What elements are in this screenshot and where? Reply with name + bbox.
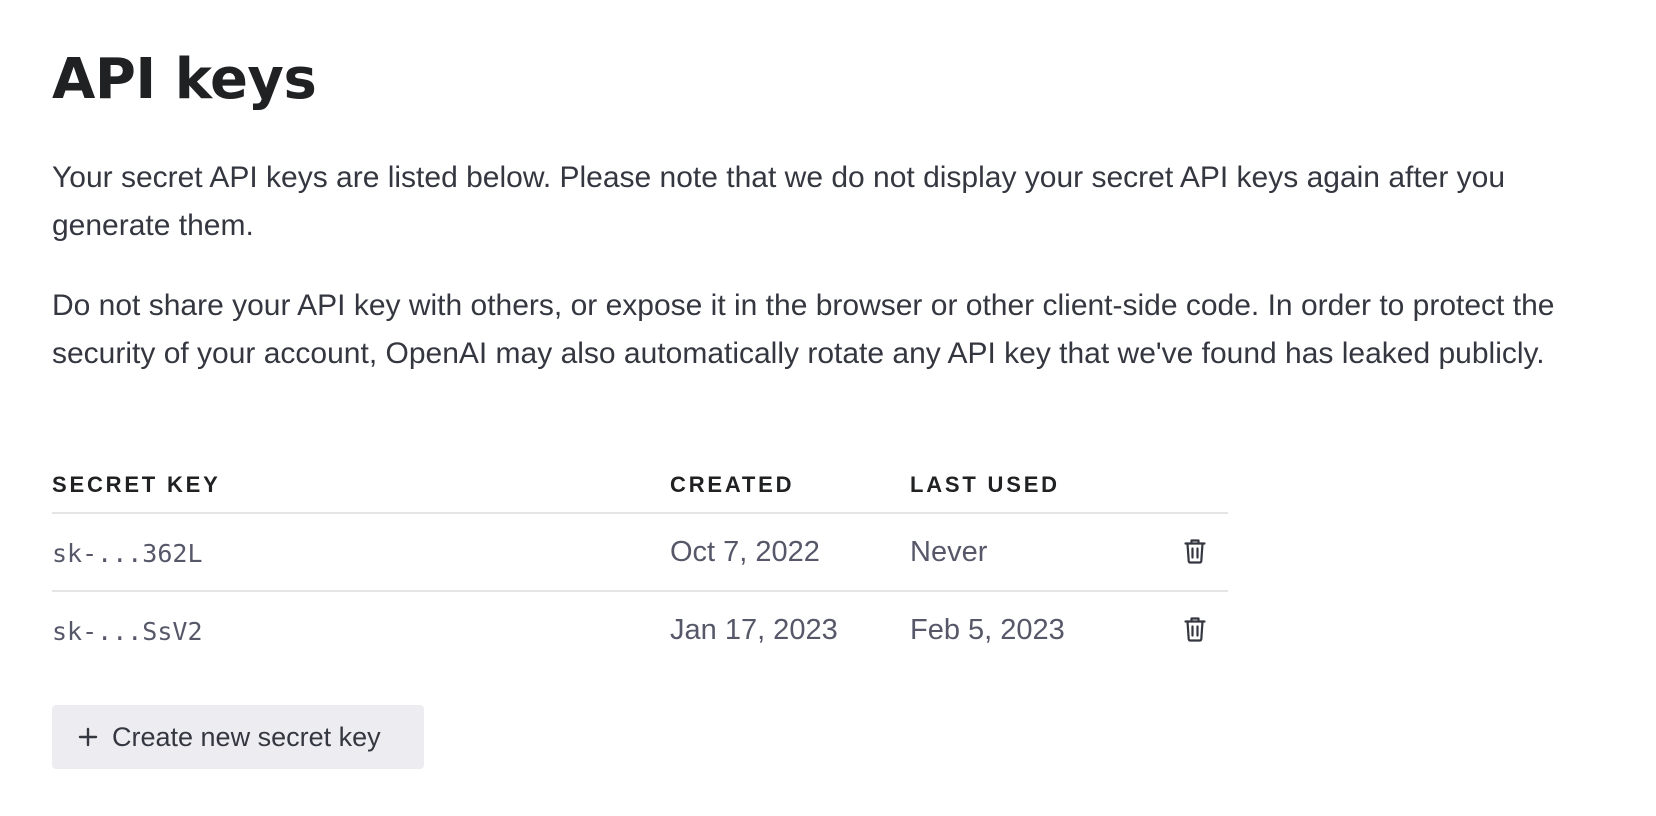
header-last-used: LAST USED (910, 472, 1060, 497)
intro-text: Your secret API keys are listed below. P… (52, 161, 1506, 242)
last-used-date: Feb 5, 2023 (910, 614, 1065, 646)
delete-key-button[interactable] (1180, 536, 1210, 566)
header-secret-key: SECRET KEY (52, 472, 221, 497)
trash-icon (1184, 539, 1206, 564)
page-title: API keys (52, 47, 317, 112)
plus-icon (78, 727, 98, 747)
api-keys-table: SECRET KEY CREATED LAST USED sk-...362L … (52, 462, 1228, 668)
last-used-date: Never (910, 536, 988, 568)
table-row: sk-...362L Oct 7, 2022 Never (52, 514, 1228, 592)
trash-icon (1184, 617, 1206, 642)
secret-key-value: sk-...SsV2 (52, 617, 203, 646)
table-row: sk-...SsV2 Jan 17, 2023 Feb 5, 2023 (52, 592, 1228, 668)
delete-key-button[interactable] (1180, 614, 1210, 644)
header-created: CREATED (670, 472, 795, 497)
secret-key-value: sk-...362L (52, 539, 203, 568)
created-date: Oct 7, 2022 (670, 536, 820, 568)
create-new-secret-key-button[interactable]: Create new secret key (52, 705, 424, 769)
security-warning-text: Do not share your API key with others, o… (52, 289, 1555, 370)
create-button-label: Create new secret key (112, 721, 381, 752)
table-header: SECRET KEY CREATED LAST USED (52, 462, 1228, 514)
created-date: Jan 17, 2023 (670, 614, 838, 646)
